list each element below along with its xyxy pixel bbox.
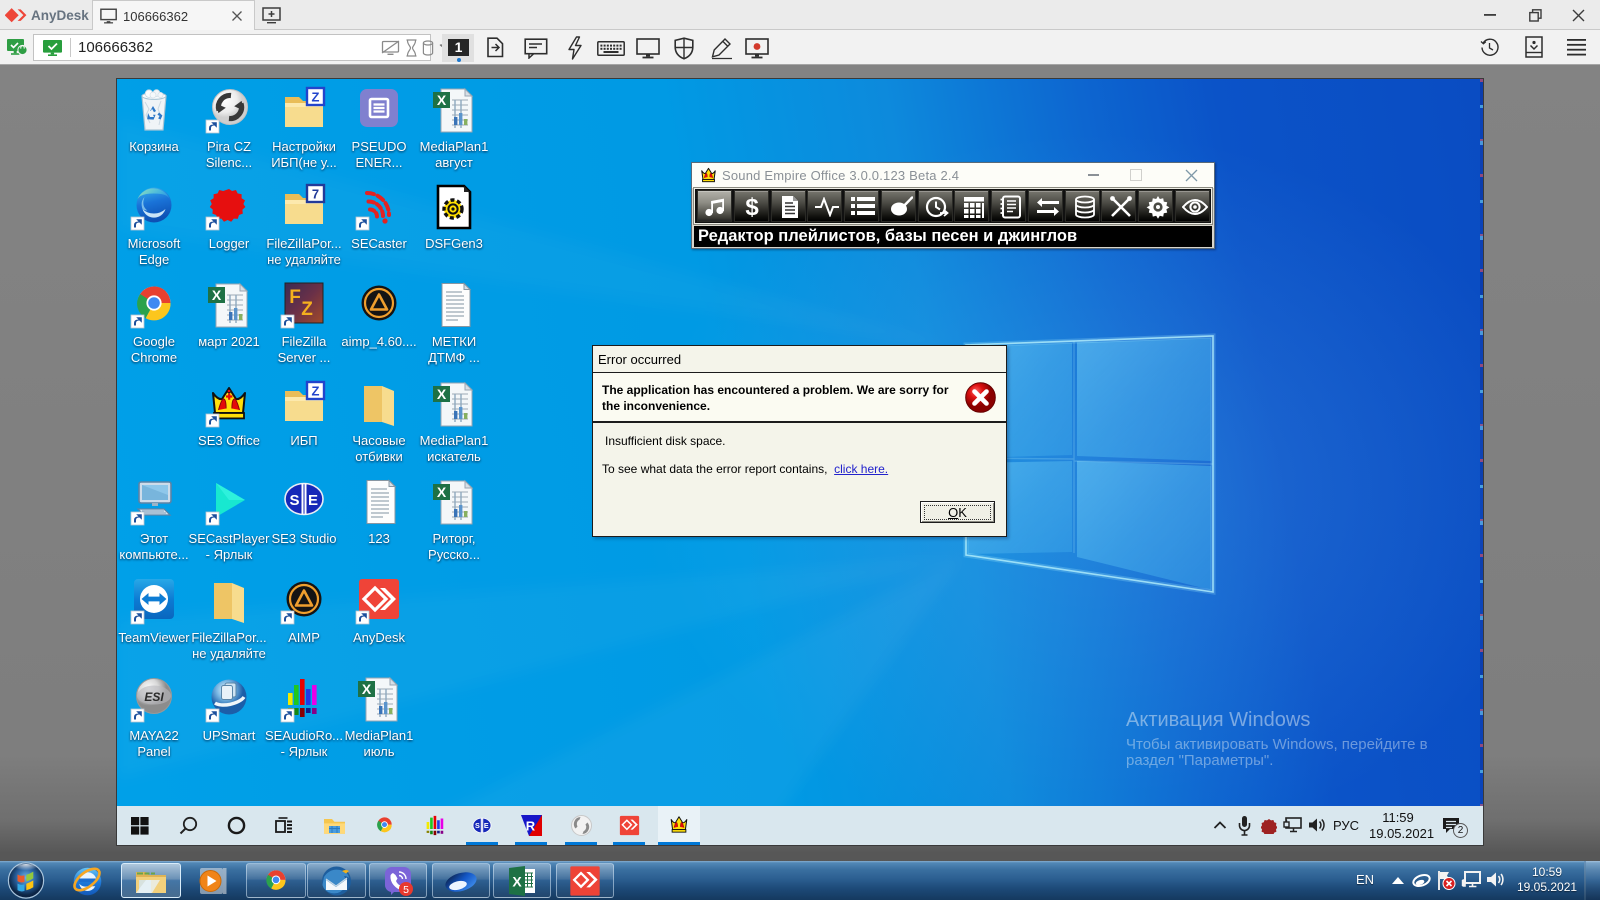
svg-text:E: E (484, 821, 489, 830)
svg-text:5: 5 (403, 884, 409, 896)
svg-text:X: X (512, 874, 522, 890)
svg-text:Z: Z (312, 90, 320, 105)
svg-text:F: F (289, 287, 301, 308)
svg-text:S: S (289, 492, 299, 509)
svg-text:7: 7 (312, 187, 319, 202)
svg-text:Z: Z (301, 299, 313, 320)
svg-text:Z: Z (312, 384, 320, 399)
svg-text:ESI: ESI (144, 690, 164, 704)
svg-text:E: E (308, 492, 318, 509)
svg-text:$: $ (745, 194, 759, 220)
svg-text:S: S (475, 821, 480, 830)
svg-text:R: R (526, 819, 536, 834)
